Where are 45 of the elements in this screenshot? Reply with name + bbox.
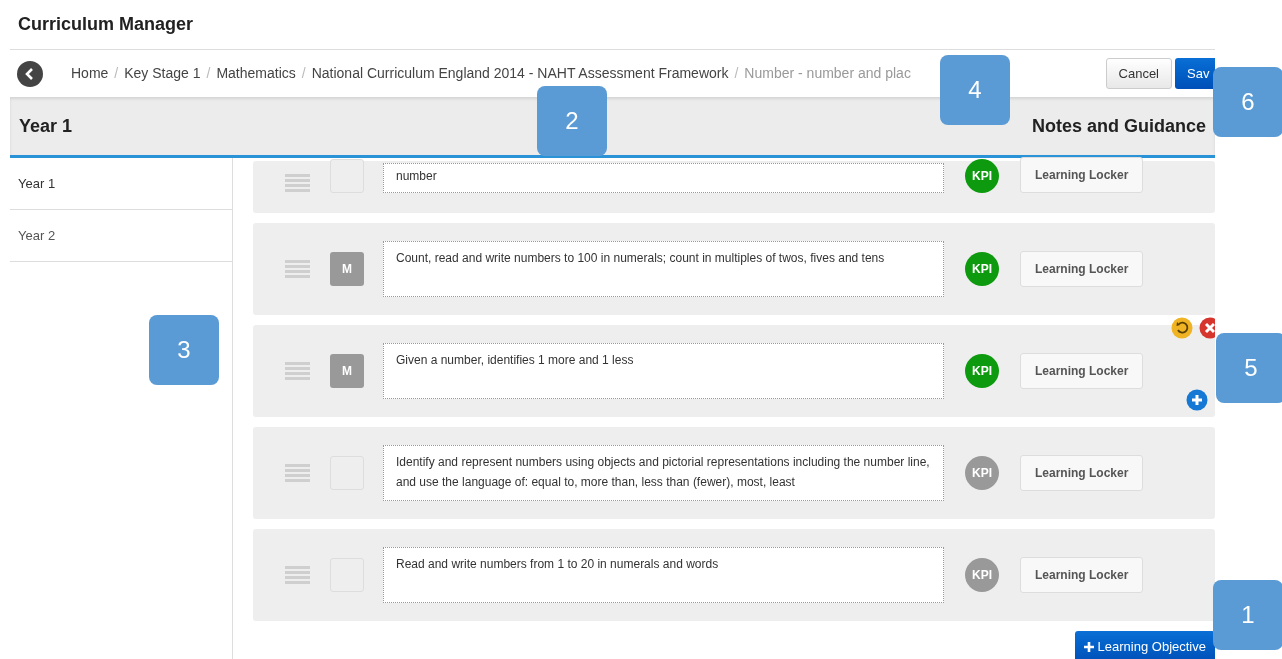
breadcrumb-link[interactable]: Mathematics bbox=[216, 63, 296, 84]
app-title: Curriculum Manager bbox=[18, 13, 194, 36]
back-button[interactable] bbox=[17, 60, 43, 87]
breadcrumb-link[interactable]: Key Stage 1 bbox=[124, 63, 201, 84]
header-title: Year 1 bbox=[19, 114, 73, 138]
chevron-left-icon bbox=[24, 67, 36, 80]
drag-handle-icon[interactable] bbox=[285, 259, 310, 279]
close-icon[interactable] bbox=[1199, 317, 1215, 339]
learning-locker-button[interactable]: Learning Locker bbox=[1020, 251, 1144, 287]
drag-handle-icon[interactable] bbox=[285, 173, 310, 193]
kpi-toggle[interactable]: KPI bbox=[965, 159, 999, 193]
drag-handle-icon[interactable] bbox=[285, 565, 310, 585]
notes-heading: Notes and Guidance bbox=[1031, 114, 1206, 138]
breadcrumb-link[interactable]: National Curriculum England 2014 - NAHT Assessment Framework bbox=[311, 63, 729, 84]
kpi-toggle[interactable]: KPI bbox=[965, 354, 999, 388]
breadcrumb-separator: / bbox=[734, 64, 739, 83]
drag-handle-icon[interactable] bbox=[285, 463, 310, 483]
breadcrumb-separator: / bbox=[301, 64, 306, 83]
callout-number: 4 bbox=[940, 55, 1010, 125]
breadcrumb-link[interactable]: Home bbox=[71, 63, 109, 84]
kpi-toggle[interactable]: KPI bbox=[965, 252, 999, 286]
plus-icon bbox=[1083, 641, 1094, 652]
drag-handle-icon[interactable] bbox=[285, 361, 310, 381]
learning-locker-button[interactable]: Learning Locker bbox=[1020, 455, 1144, 491]
cancel-button[interactable]: Cancel bbox=[1105, 58, 1172, 89]
learning-locker-button[interactable]: Learning Locker bbox=[1020, 157, 1144, 193]
objective-text-field[interactable]: number bbox=[383, 163, 944, 193]
callout-number: 1 bbox=[1213, 580, 1282, 650]
callout-number: 3 bbox=[149, 315, 219, 385]
learning-locker-button[interactable]: Learning Locker bbox=[1020, 557, 1144, 593]
objective-text-field[interactable]: Given a number, identifies 1 more and 1 less bbox=[383, 343, 944, 399]
learning-locker-button[interactable]: Learning Locker bbox=[1020, 353, 1144, 389]
marker-badge[interactable] bbox=[330, 159, 364, 193]
add-icon[interactable] bbox=[1186, 389, 1208, 411]
objective-text-field[interactable]: Read and write numbers from 1 to 20 in numerals and words bbox=[383, 547, 944, 603]
callout-number: 2 bbox=[537, 86, 607, 156]
breadcrumb-separator: / bbox=[114, 64, 119, 83]
add-objective-button[interactable]: Learning Objective bbox=[1074, 631, 1215, 659]
breadcrumb-separator: / bbox=[206, 64, 211, 83]
undo-icon[interactable] bbox=[1171, 317, 1193, 339]
objective-text-field[interactable]: Identify and represent numbers using objects and pictorial representations including the number line, and use the language of: equal to, more than, less than (fewer), most, least bbox=[383, 445, 944, 501]
callout-number: 5 bbox=[1216, 333, 1282, 403]
callout-number: 6 bbox=[1213, 67, 1282, 137]
objective-text-field[interactable]: Count, read and write numbers to 100 in numerals; count in multiples of twos, fives and tens bbox=[383, 241, 944, 297]
save-button[interactable]: Sav bbox=[1175, 58, 1215, 89]
